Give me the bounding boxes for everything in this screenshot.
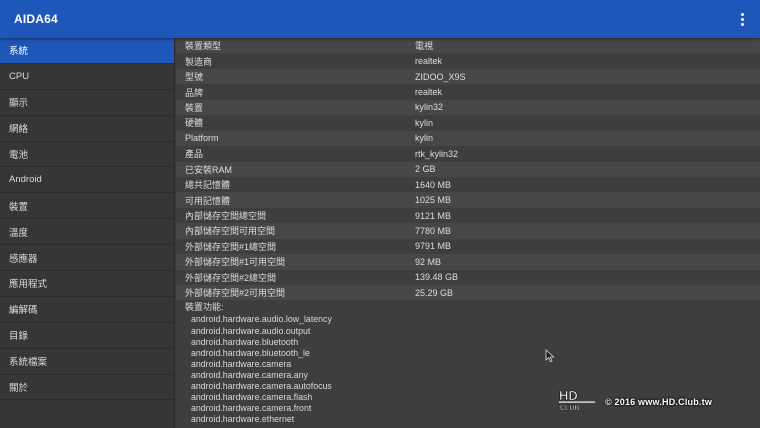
property-key: Platform — [185, 133, 219, 144]
property-key: 硬體 — [185, 118, 204, 129]
svg-text:HD: HD — [559, 388, 578, 403]
feature-item: android.hardware.bluetooth — [191, 336, 299, 347]
sidebar-item[interactable]: 溫度 — [0, 219, 174, 246]
property-row: 已安裝RAM 2 GB — [176, 161, 760, 177]
sidebar-item[interactable]: 網絡 — [0, 116, 174, 142]
property-value: 9791 MB — [415, 241, 452, 252]
sidebar-item[interactable]: 關於 — [0, 375, 174, 401]
feature-item: android.hardware.camera — [191, 358, 292, 369]
property-key: 品牌 — [185, 87, 204, 98]
property-row: 內部儲存空間總空間 9121 MB — [176, 207, 760, 224]
property-row: 外部儲存空間#2總空間 139.48 GB — [176, 269, 760, 285]
property-key: 內部儲存空間可用空間 — [185, 226, 276, 237]
property-value: 電視 — [415, 41, 434, 52]
property-value: ZIDOO_X9S — [415, 71, 466, 82]
watermark: HD CLUB © 2016 www.HD.Club.tw — [558, 388, 758, 416]
feature-item: android.hardware.audio.output — [191, 325, 311, 336]
property-key: 可用記憶體 — [185, 195, 231, 206]
property-key: 已安裝RAM — [185, 164, 232, 175]
property-value: 9121 MB — [415, 210, 452, 221]
property-value: realtek — [415, 56, 443, 67]
property-row: 裝置 kylin32 — [176, 99, 760, 116]
hd-club-logo: HD CLUB — [559, 388, 595, 412]
property-row: 品牌 realtek — [176, 84, 760, 100]
property-row: 外部儲存空間#1總空間 9791 MB — [176, 238, 760, 255]
property-key: 裝置 — [185, 102, 204, 113]
sidebar-item[interactable]: 感應器 — [0, 245, 174, 272]
sidebar-item[interactable]: 系統檔案 — [0, 349, 174, 375]
sidebar-item[interactable]: 裝置 — [0, 193, 174, 220]
feature-item: android.hardware.bluetooth_le — [191, 347, 310, 358]
features-title: 裝置功能: — [185, 302, 224, 313]
property-value: 139.48 GB — [415, 272, 459, 283]
property-value: 7780 MB — [415, 225, 452, 236]
property-value: 2 GB — [415, 164, 436, 175]
property-value: kylin — [415, 117, 434, 128]
property-value: 1640 MB — [415, 179, 452, 190]
property-key: 外部儲存空間#1總空間 — [185, 241, 277, 252]
property-key: 裝置類型 — [185, 41, 222, 52]
mouse-cursor-icon — [545, 349, 555, 363]
property-row: Platform kylin — [176, 130, 760, 147]
property-value: 1025 MB — [415, 195, 452, 206]
feature-item: android.hardware.audio.low_latency — [191, 314, 332, 325]
property-row: 總共記憶體 1640 MB — [176, 176, 760, 193]
sidebar-item[interactable]: 系統 — [0, 38, 174, 64]
property-key: 型號 — [185, 72, 204, 83]
property-key: 產品 — [185, 149, 204, 160]
property-list: 裝置類型 電視製造商 realtek 型號 ZIDOO_X9S 品牌 realtek 裝置 ky… — [176, 38, 760, 301]
property-value: rtk_kylin32 — [415, 148, 459, 159]
property-value: kylin32 — [415, 102, 444, 113]
sidebar: 系統 CPU 顯示 網絡 電池 Android 裝置 溫度 感應器 應用程式 編解碼 目錄 系統檔案 關於 — [0, 38, 175, 428]
property-row: 可用記憶體 1025 MB — [176, 192, 760, 208]
property-row: 製造商 realtek — [176, 53, 760, 69]
sidebar-item[interactable]: 應用程式 — [0, 271, 174, 297]
property-row: 外部儲存空間#1可用空間 92 MB — [176, 254, 760, 270]
property-value: 25.29 GB — [415, 287, 454, 298]
feature-item: android.hardware.camera.any — [191, 369, 308, 380]
property-row: 產品 rtk_kylin32 — [176, 146, 760, 162]
property-row: 裝置類型 電視 — [176, 38, 760, 54]
property-row: 外部儲存空間#2可用空間 25.29 GB — [176, 285, 760, 301]
property-key: 外部儲存空間#2可用空間 — [185, 288, 286, 299]
property-value: 92 MB — [415, 256, 442, 267]
property-key: 內部儲存空間總空間 — [185, 211, 267, 222]
app-bar: AIDA64 — [0, 0, 760, 38]
content-panel: 裝置類型 電視製造商 realtek 型號 ZIDOO_X9S 品牌 realtek 裝置 ky… — [176, 38, 760, 428]
property-key: 外部儲存空間#1可用空間 — [185, 257, 286, 268]
sidebar-item[interactable]: 顯示 — [0, 90, 174, 116]
property-row: 硬體 kylin — [176, 115, 760, 131]
sidebar-item[interactable]: 目錄 — [0, 323, 174, 349]
sidebar-item[interactable]: CPU — [0, 64, 174, 90]
sidebar-item[interactable]: 電池 — [0, 142, 174, 168]
property-row: 型號 ZIDOO_X9S — [176, 68, 760, 85]
property-key: 製造商 — [185, 56, 213, 67]
sidebar-item[interactable]: 編解碼 — [0, 297, 174, 323]
svg-text:CLUB: CLUB — [560, 405, 579, 412]
property-value: kylin — [415, 133, 434, 144]
app-title: AIDA64 — [14, 12, 58, 26]
property-key: 外部儲存空間#2總空間 — [185, 272, 277, 283]
property-key: 總共記憶體 — [185, 180, 231, 191]
property-value: realtek — [415, 87, 443, 98]
watermark-text: © 2016 www.HD.Club.tw — [605, 397, 713, 407]
property-row: 內部儲存空間可用空間 7780 MB — [176, 223, 760, 239]
sidebar-item[interactable]: Android — [0, 167, 174, 194]
more-vert-icon[interactable] — [734, 9, 750, 29]
